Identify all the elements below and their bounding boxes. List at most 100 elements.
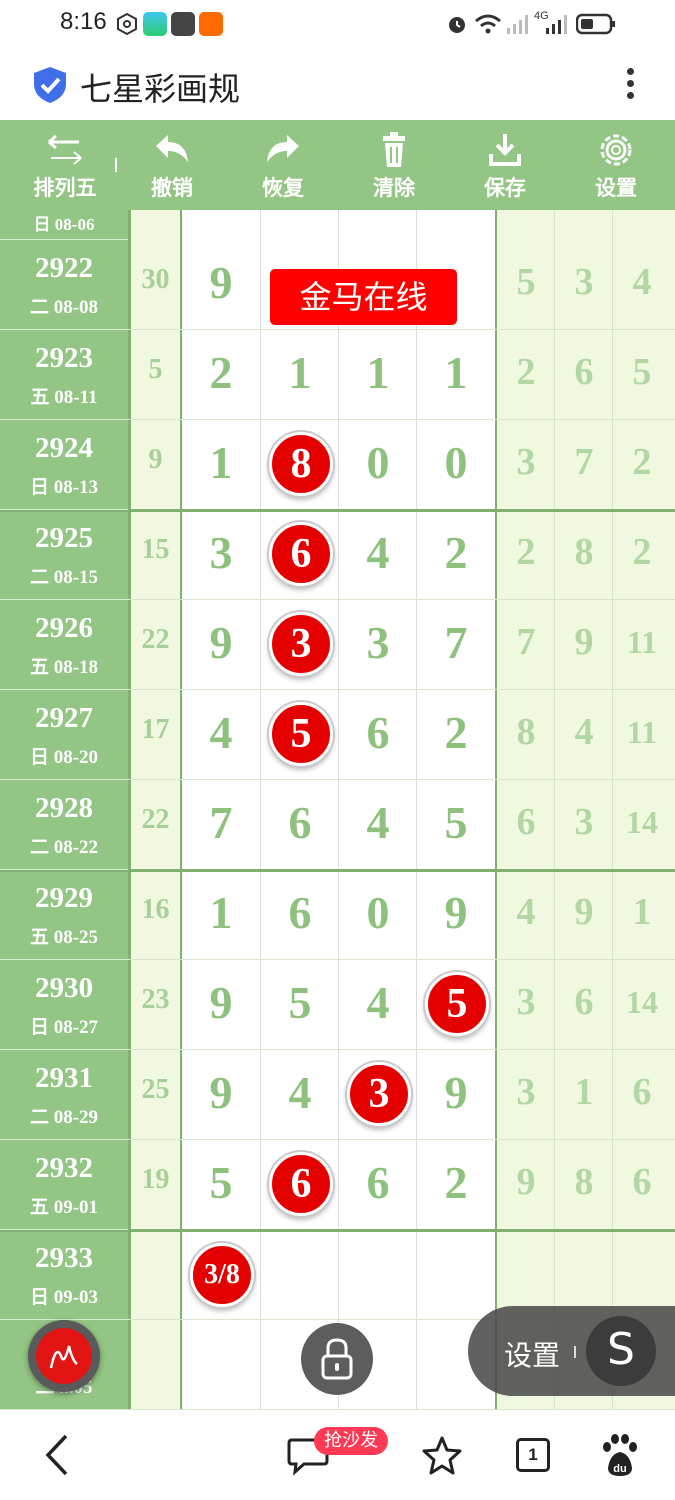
highlighted-digit-ball[interactable]: 3	[269, 612, 333, 676]
issue-number: 2931	[35, 1062, 93, 1094]
digit-cell[interactable]: 2	[417, 526, 495, 579]
highlighted-digit-ball[interactable]: 8	[269, 432, 333, 496]
digit-cell[interactable]: 7	[182, 796, 260, 849]
span-value: 11	[626, 714, 658, 750]
digit-cell[interactable]: 6	[339, 706, 417, 759]
online-badge[interactable]: 金马在线	[270, 269, 457, 325]
toolbar-label-redo: 恢复	[262, 176, 304, 200]
highlighted-digit-ball[interactable]: 5	[425, 972, 489, 1036]
digit-cell[interactable]: 6	[339, 1156, 417, 1209]
clear-button[interactable]: 清除	[349, 120, 439, 210]
span-value: 4	[574, 711, 594, 753]
span-value: 3	[574, 261, 594, 303]
digit-cell[interactable]: 7	[417, 616, 495, 669]
digit-cell[interactable]: 4	[339, 526, 417, 579]
digit-cell[interactable]: 9	[182, 976, 260, 1029]
baidu-paw-icon[interactable]: du	[598, 1432, 642, 1480]
span-value: 3	[516, 441, 536, 483]
issue-cell: 2922 二 08-08	[0, 240, 128, 330]
lottery-type-switch[interactable]: 排列五	[20, 120, 110, 210]
issue-cell: 2929 五 08-25	[0, 870, 128, 960]
more-menu-button[interactable]	[620, 64, 640, 104]
settings-button[interactable]: 设置	[571, 120, 661, 210]
digit-cell[interactable]: 2	[417, 1156, 495, 1209]
highlighted-digit-ball[interactable]: 5	[269, 702, 333, 766]
issue-number: 2929	[35, 882, 93, 914]
highlighted-digit-ball[interactable]: 3	[347, 1062, 411, 1126]
undo-icon	[156, 135, 188, 162]
span-value: 3	[516, 981, 536, 1023]
issue-divider	[0, 959, 128, 960]
digit-cell[interactable]: 4	[339, 796, 417, 849]
issue-number: 2926	[35, 612, 93, 644]
digit-cell[interactable]: 9	[417, 1066, 495, 1119]
digit-cell[interactable]: 6	[261, 886, 339, 939]
digit-cell[interactable]: 1	[417, 346, 495, 399]
digit-cell[interactable]: 6	[261, 796, 339, 849]
floating-settings-label[interactable]: 设置	[504, 1334, 560, 1374]
span-value: 11	[626, 624, 658, 660]
digit-cell[interactable]: 9	[182, 616, 260, 669]
issue-number: 2930	[35, 972, 93, 1004]
digit-cell[interactable]: 5	[261, 976, 339, 1029]
issue-divider	[0, 1139, 128, 1140]
redo-button[interactable]: 恢复	[238, 120, 328, 210]
title-bar: 七星彩画规	[0, 48, 675, 120]
highlighted-digit-ball[interactable]: 6	[269, 1152, 333, 1216]
digit-cell[interactable]: 5	[182, 1156, 260, 1209]
digit-cell[interactable]: 1	[182, 886, 260, 939]
issue-date: 日 08-27	[29, 1017, 99, 1038]
digit-cell[interactable]: 2	[417, 706, 495, 759]
issue-number: 2927	[35, 702, 93, 734]
toolbar-label-settings: 设置	[595, 176, 637, 200]
digit-cell[interactable]: 9	[182, 256, 260, 309]
star-icon[interactable]	[420, 1434, 464, 1478]
digit-cell[interactable]: 4	[339, 976, 417, 1029]
save-button[interactable]: 保存	[460, 120, 550, 210]
sum-value: 25	[141, 1074, 170, 1105]
highlighted-digit-ball[interactable]: 6	[269, 522, 333, 586]
hexagon-icon	[117, 12, 137, 36]
issue-cell: 2927 日 08-20	[0, 690, 128, 780]
prediction-ball[interactable]: 3/8	[190, 1243, 254, 1307]
digit-cell[interactable]: 9	[417, 886, 495, 939]
gear-icon	[600, 134, 632, 166]
digit-cell[interactable]: 2	[182, 346, 260, 399]
issue-number: 2922	[35, 252, 93, 284]
pen-tool-button[interactable]	[28, 1320, 100, 1392]
sum-value: 15	[141, 534, 170, 565]
span-value: 6	[574, 351, 594, 393]
lock-button[interactable]	[301, 1323, 373, 1395]
digit-cell[interactable]: 4	[261, 1066, 339, 1119]
issue-date: 二 08-29	[29, 1107, 99, 1128]
download-icon	[489, 134, 521, 166]
digit-cell[interactable]: 0	[339, 436, 417, 489]
undo-button[interactable]: 撤销	[127, 120, 217, 210]
digit-cell[interactable]: 9	[182, 1066, 260, 1119]
span-value: 7	[516, 621, 536, 663]
digit-cell[interactable]: 3	[339, 616, 417, 669]
span-value: 2	[632, 531, 652, 573]
digit-cell[interactable]: 1	[182, 436, 260, 489]
table-row: 2930 日 08-27 23 9 5 4 5 3 6 14	[0, 960, 675, 1050]
digit-cell[interactable]: 4	[182, 706, 260, 759]
digit-cell[interactable]: 3	[182, 526, 260, 579]
issue-number: 2925	[35, 522, 93, 554]
digit-cell[interactable]: 1	[339, 346, 417, 399]
draw-history-grid[interactable]: 日 08-06 2922 二 08-08 30 9 5 3 4 2923 五 08-11 5 2 1 1…	[0, 210, 675, 1410]
floating-settings-panel[interactable]: 设置 S	[468, 1306, 675, 1396]
issue-date: 二 08-22	[29, 837, 99, 858]
back-icon[interactable]	[40, 1432, 76, 1478]
issue-cell: 2933 日 09-03	[0, 1230, 128, 1320]
digit-cell[interactable]: 0	[339, 886, 417, 939]
promo-badge[interactable]: 抢沙发	[314, 1427, 388, 1455]
digit-cell[interactable]: 1	[261, 346, 339, 399]
tabs-button[interactable]: 1	[516, 1438, 550, 1472]
sum-value: 17	[141, 714, 170, 745]
s-button[interactable]: S	[586, 1316, 656, 1386]
redo-icon	[267, 135, 299, 162]
digit-cell[interactable]: 5	[417, 796, 495, 849]
shield-icon	[34, 67, 66, 103]
issue-date: 五 08-25	[29, 927, 99, 948]
digit-cell[interactable]: 0	[417, 436, 495, 489]
